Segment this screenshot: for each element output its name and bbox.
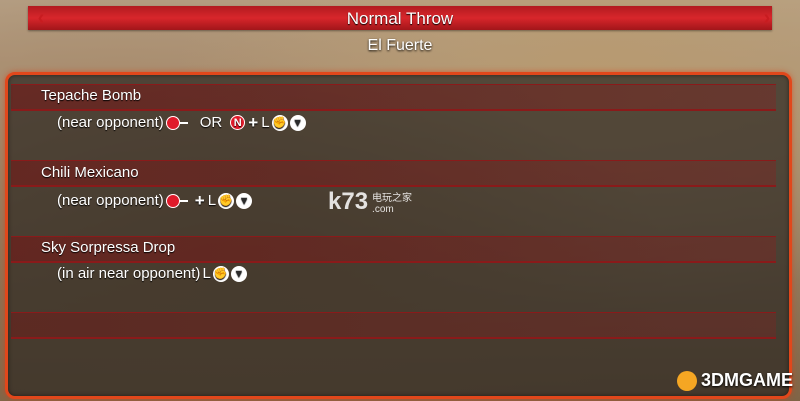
kick-button-icon: ▼ (289, 114, 306, 131)
k73-subtitle: 电玩之家 .com (372, 193, 413, 215)
punch-button-icon: ✊ (212, 265, 229, 282)
k73-watermark: k73 电玩之家 .com (328, 188, 412, 216)
plus-icon: + (248, 112, 259, 132)
prev-page-arrow-icon[interactable]: ‹ (32, 8, 50, 28)
move-condition: (near opponent) (57, 192, 164, 209)
move-list: Tepache Bomb (near opponent) OR N + L ✊ … (11, 80, 776, 388)
punch-button-icon: ✊ (271, 114, 288, 131)
stick-direction-icon (165, 115, 188, 130)
stick-direction-icon (165, 193, 188, 208)
move-command: (near opponent) OR N + L ✊ ▼ (57, 114, 306, 131)
3dm-logo-icon (677, 370, 697, 391)
k73-logo-text: k73 (328, 188, 369, 215)
move-command: (near opponent) + L ✊ ▼ (57, 190, 253, 210)
header-bar: Normal Throw (28, 6, 772, 30)
page-title: Normal Throw (346, 9, 454, 28)
neutral-stick-icon: N (230, 115, 246, 130)
next-page-arrow-icon[interactable]: › (758, 8, 776, 28)
move-name: Chili Mexicano (41, 164, 139, 181)
punch-strength: L (261, 114, 270, 131)
move-name: Sky Sorpressa Drop (41, 239, 176, 256)
empty-move-row (11, 312, 776, 339)
kick-button-icon: ▼ (230, 265, 247, 282)
kick-button-icon: ▼ (236, 192, 253, 209)
plus-icon: + (194, 190, 205, 210)
move-command: (in air near opponent) L ✊ ▼ (57, 265, 247, 282)
3dm-watermark: 3DMGAME (677, 370, 793, 391)
punch-button-icon: ✊ (218, 192, 235, 209)
character-name: El Fuerte (367, 37, 433, 54)
move-condition: (near opponent) (57, 114, 164, 131)
punch-strength: L (207, 192, 217, 209)
3dm-logo-text: 3DMGAME (701, 370, 794, 390)
move-condition: (in air near opponent) (57, 265, 201, 282)
or-separator: OR (199, 114, 223, 131)
move-name: Tepache Bomb (41, 87, 142, 104)
punch-strength: L (202, 265, 211, 282)
